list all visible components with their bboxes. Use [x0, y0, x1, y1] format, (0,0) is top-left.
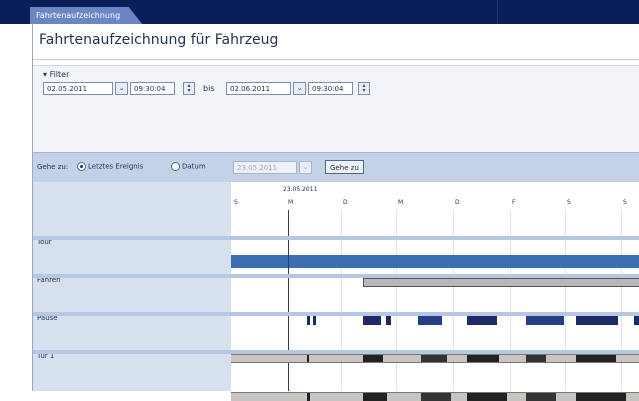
- tour-segment[interactable]: [363, 278, 639, 287]
- track-tuer1: [231, 392, 639, 401]
- app-header-bar: Fahrtenaufzeichnung: [0, 0, 639, 24]
- track-tour: [231, 278, 639, 287]
- radio-last-event[interactable]: Letztes Ereignis: [77, 162, 143, 171]
- drive-segment[interactable]: [526, 316, 564, 325]
- drive-segment[interactable]: [313, 316, 316, 325]
- pause-segment[interactable]: [526, 355, 546, 362]
- door-segment[interactable]: [467, 393, 507, 401]
- drive-segment[interactable]: [363, 316, 381, 325]
- row-label-column: Tour Fahren Pause Tür 1: [33, 182, 231, 391]
- window-title: Fahrtenaufzeichnung für Fahrzeug: [39, 32, 279, 48]
- day-label: D: [455, 199, 460, 206]
- track-fahren: [231, 316, 639, 325]
- pause-segment[interactable]: [363, 355, 383, 362]
- drive-segment[interactable]: [418, 316, 442, 325]
- drive-segment[interactable]: [576, 316, 618, 325]
- door-segment[interactable]: [421, 393, 451, 401]
- goto-button[interactable]: Gehe zu: [325, 160, 364, 174]
- to-label: bis: [203, 84, 215, 93]
- collapse-arrow-icon: ▾: [43, 70, 48, 79]
- door-segment[interactable]: [526, 393, 556, 401]
- from-time-spinner-icon[interactable]: ▴ ▾: [183, 82, 195, 95]
- from-date-input[interactable]: 02.05.2011: [43, 82, 113, 95]
- to-time-spinner-icon[interactable]: ▴ ▾: [358, 82, 370, 95]
- goto-date-input[interactable]: 23.05.2011: [233, 161, 297, 174]
- radio-last-event-label: Letztes Ereignis: [88, 162, 144, 171]
- row-divider: [33, 274, 639, 278]
- day-label: S: [234, 199, 238, 206]
- door-segment[interactable]: [307, 393, 310, 401]
- row-divider: [33, 312, 639, 316]
- radio-selected-icon: [77, 162, 86, 171]
- day-label: M: [398, 199, 404, 206]
- from-time-input[interactable]: 09:30:04: [130, 82, 175, 95]
- to-date-input[interactable]: 02.06.2011: [226, 82, 291, 95]
- radio-date-label: Datum: [182, 162, 206, 171]
- door-segment[interactable]: [363, 393, 387, 401]
- filter-panel: ▾ Filter 02.05.2011 ⌄ 09:30:04 ▴ ▾ bis 02…: [33, 65, 639, 166]
- pause-segment[interactable]: [467, 355, 499, 362]
- day-label: D: [343, 199, 348, 206]
- tab-fahrtenaufzeichnung[interactable]: Fahrtenaufzeichnung: [30, 7, 143, 24]
- day-label: S: [567, 199, 571, 206]
- timeline-area: 23.05.2011 S M D M D F S S: [231, 182, 639, 401]
- main-window: Fahrtenaufzeichnung für Fahrzeug ▾ Filte…: [32, 24, 639, 401]
- from-date-dropdown-icon[interactable]: ⌄: [115, 82, 128, 95]
- timeline-date-header: 23.05.2011: [283, 186, 318, 193]
- goto-label: Gehe zu:: [37, 163, 69, 171]
- to-time-input[interactable]: 09:30:04: [308, 82, 353, 95]
- timeline-scale-band[interactable]: [231, 255, 639, 268]
- pause-segment[interactable]: [576, 355, 616, 362]
- drive-segment[interactable]: [634, 316, 639, 325]
- day-label: F: [512, 199, 516, 206]
- drive-segment[interactable]: [467, 316, 497, 325]
- radio-unselected-icon: [171, 162, 180, 171]
- day-label: M: [288, 199, 294, 206]
- track-pause: [231, 354, 639, 363]
- pause-segment[interactable]: [421, 355, 447, 362]
- title-divider: [33, 59, 639, 60]
- row-divider: [33, 350, 639, 354]
- drive-segment[interactable]: [386, 316, 391, 325]
- row-divider: [33, 236, 639, 240]
- day-label: S: [623, 199, 627, 206]
- filter-header-label: Filter: [49, 70, 70, 79]
- drive-segment[interactable]: [307, 316, 310, 325]
- radio-date[interactable]: Datum: [171, 162, 206, 171]
- filter-toggle[interactable]: ▾ Filter: [43, 70, 69, 79]
- pause-segment[interactable]: [307, 355, 309, 362]
- goto-toolbar: Gehe zu: Letztes Ereignis Datum 23.05.20…: [33, 152, 639, 183]
- door-segment[interactable]: [576, 393, 626, 401]
- to-date-dropdown-icon[interactable]: ⌄: [293, 82, 306, 95]
- goto-date-dropdown-icon[interactable]: ⌄: [299, 161, 312, 174]
